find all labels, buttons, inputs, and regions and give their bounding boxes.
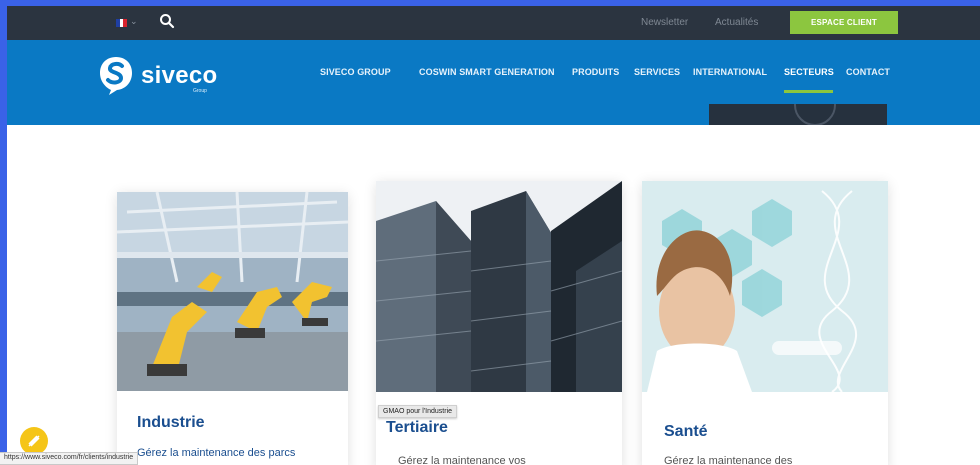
siveco-logo-mark-icon bbox=[100, 57, 132, 95]
status-bar-url: https://www.siveco.com/fr/clients/indust… bbox=[0, 452, 139, 465]
logo-subtitle: Group bbox=[193, 88, 207, 94]
floating-action-button[interactable] bbox=[20, 427, 48, 455]
leaf-icon bbox=[28, 435, 40, 447]
espace-client-button[interactable]: ESPACE CLIENT bbox=[790, 11, 898, 34]
industrie-image bbox=[117, 192, 348, 391]
tooltip: GMAO pour l'Industrie bbox=[378, 405, 458, 418]
nav-contact[interactable]: CONTACT bbox=[846, 67, 890, 77]
main-navbar: siveco Group SIVECO GROUP COSWIN SMART G… bbox=[7, 40, 980, 125]
card-title: Tertiaire bbox=[386, 419, 448, 436]
nav-coswin-smart-generation[interactable]: COSWIN SMART GENERATION bbox=[419, 67, 555, 77]
search-icon[interactable] bbox=[159, 13, 175, 29]
tertiaire-image bbox=[376, 181, 622, 392]
sante-image bbox=[642, 181, 888, 392]
nav-produits[interactable]: PRODUITS bbox=[572, 67, 619, 77]
nav-siveco-group[interactable]: SIVECO GROUP bbox=[320, 67, 391, 77]
logo-wordmark: siveco bbox=[141, 62, 218, 89]
sector-card-tertiaire[interactable]: Tertiaire Gérez la maintenance vos bbox=[376, 181, 622, 465]
chevron-down-icon[interactable]: ⌄ bbox=[130, 16, 138, 27]
nav-secteurs[interactable]: SECTEURS bbox=[784, 67, 834, 77]
top-utility-bar: ⌄ Newsletter Actualités ESPACE CLIENT bbox=[7, 6, 980, 40]
card-title: Santé bbox=[664, 423, 708, 440]
card-description: Gérez la maintenance vos bbox=[398, 455, 526, 465]
card-description: Gérez la maintenance des bbox=[664, 455, 793, 465]
nav-active-indicator bbox=[784, 90, 833, 93]
language-flag-icon[interactable] bbox=[116, 19, 128, 27]
siveco-logo[interactable]: siveco Group bbox=[97, 55, 227, 95]
nav-international[interactable]: INTERNATIONAL bbox=[693, 67, 767, 77]
sector-card-sante[interactable]: Santé Gérez la maintenance des bbox=[642, 181, 888, 465]
browser-viewport: ⌄ Newsletter Actualités ESPACE CLIENT si… bbox=[7, 6, 980, 465]
actualites-link[interactable]: Actualités bbox=[715, 17, 758, 28]
newsletter-link[interactable]: Newsletter bbox=[641, 17, 688, 28]
nav-services[interactable]: SERVICES bbox=[634, 67, 680, 77]
sector-card-industrie[interactable]: Industrie Gérez la maintenance des parcs bbox=[117, 192, 348, 465]
hero-image-edge bbox=[709, 104, 887, 125]
card-description: Gérez la maintenance des parcs bbox=[137, 447, 296, 459]
card-title: Industrie bbox=[137, 414, 205, 431]
